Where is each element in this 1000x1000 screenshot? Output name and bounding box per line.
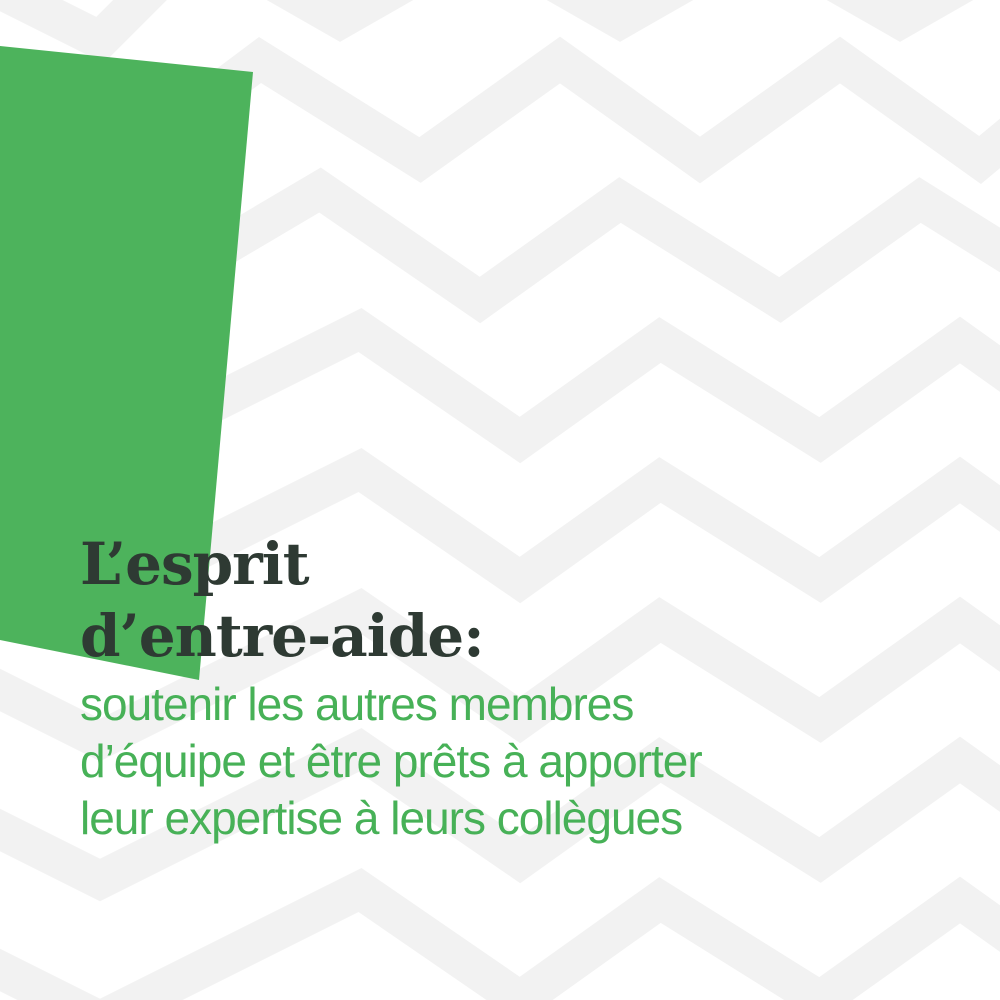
subline-line-1: soutenir les autres membres (80, 678, 634, 730)
headline-line-2: d’entre-aide: (80, 602, 485, 670)
subline: soutenir les autres membres d’équipe et … (80, 676, 980, 847)
headline-line-1: L’esprit (80, 530, 310, 598)
headline: L’esprit d’entre-aide: (80, 528, 980, 672)
zigzag-stripe (0, 867, 1000, 1000)
subline-line-2: d’équipe et être prêts à apporter (80, 735, 703, 787)
social-card: L’esprit d’entre-aide: soutenir les autr… (0, 0, 1000, 1000)
subline-line-3: leur expertise à leurs collègues (80, 792, 683, 844)
text-block: L’esprit d’entre-aide: soutenir les autr… (80, 528, 980, 847)
